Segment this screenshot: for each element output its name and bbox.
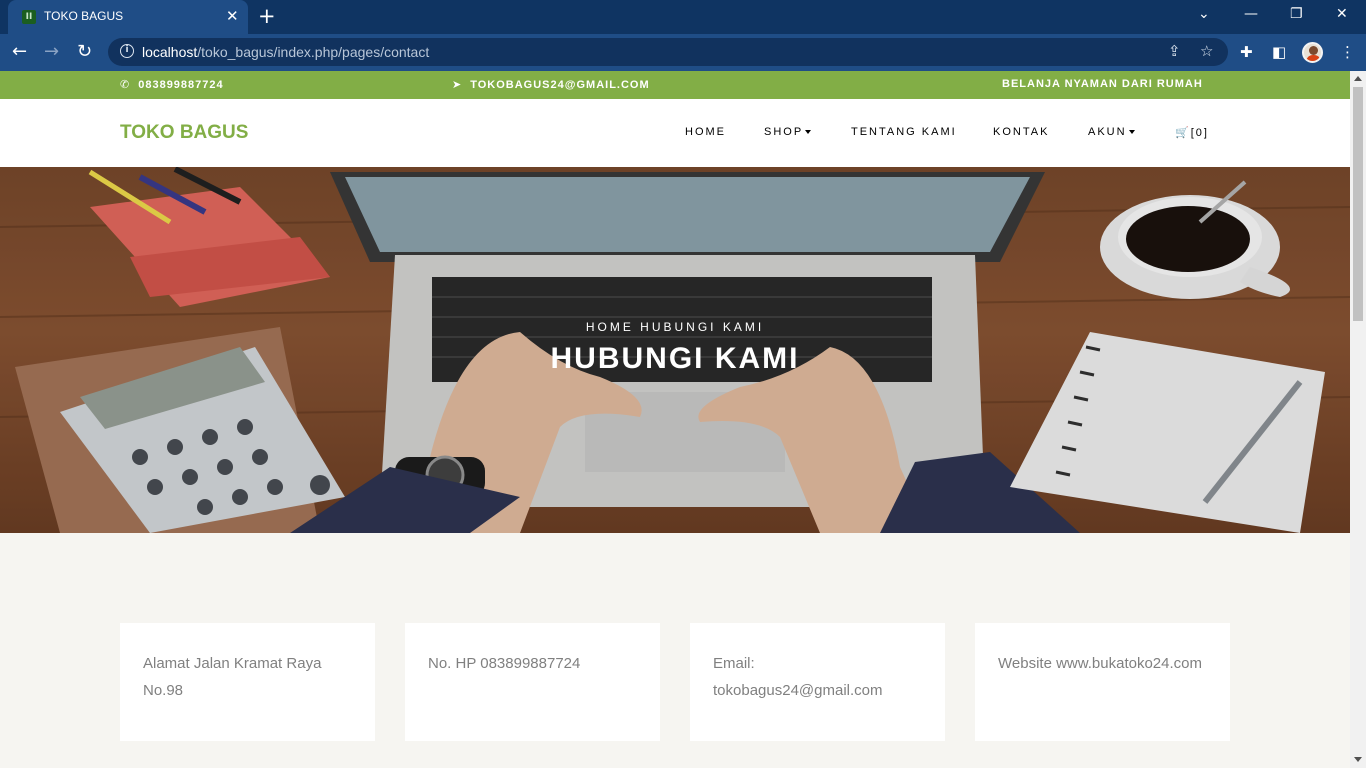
back-arrow-icon[interactable]: ←: [12, 42, 27, 62]
contact-card-website: Website www.bukatoko24.com: [975, 623, 1230, 741]
nav-shop-label: SHOP: [764, 126, 804, 138]
nav-home[interactable]: HOME: [685, 126, 726, 138]
contact-card-text: No. HP 083899887724: [428, 655, 581, 672]
browser-tab-bar: II TOKO BAGUS ✕ + ⌄ — ❐ ✕: [0, 0, 1366, 34]
page-scrollbar[interactable]: [1350, 71, 1366, 768]
star-icon[interactable]: ☆: [1200, 42, 1213, 60]
topbar-phone-text: 083899887724: [138, 79, 224, 91]
main-navbar: TOKO BAGUS HOME SHOP TENTANG KAMI KONTAK…: [0, 99, 1350, 167]
scrollbar-thumb[interactable]: [1353, 87, 1363, 321]
contact-card-text: Alamat Jalan Kramat Raya No.98: [143, 655, 322, 699]
nav-kontak[interactable]: KONTAK: [993, 126, 1049, 138]
topbar-tagline: BELANJA NYAMAN DARI RUMAH: [1002, 78, 1203, 90]
profile-avatar[interactable]: [1302, 42, 1323, 63]
extensions-icon[interactable]: ✚: [1240, 43, 1253, 61]
brand-logo[interactable]: TOKO BAGUS: [120, 122, 248, 144]
caret-down-icon: [805, 130, 812, 135]
tab-title: TOKO BAGUS: [44, 9, 124, 23]
url-text[interactable]: localhost/toko_bagus/index.php/pages/con…: [142, 44, 429, 60]
info-icon[interactable]: i: [120, 44, 134, 58]
nav-akun[interactable]: AKUN: [1088, 126, 1135, 138]
scroll-down-icon[interactable]: [1354, 757, 1362, 762]
reload-icon[interactable]: ↻: [77, 42, 92, 62]
restore-icon[interactable]: ❐: [1290, 6, 1303, 22]
menu-icon[interactable]: ⋮: [1340, 43, 1355, 61]
topbar-email-text: TOKOBAGUS24@GMAIL.COM: [470, 79, 650, 91]
web-page: ✆ 083899887724 ➤ TOKOBAGUS24@GMAIL.COM BEL…: [0, 71, 1350, 768]
cart-count: [0]: [1190, 127, 1209, 139]
tab-close-icon[interactable]: ✕: [226, 7, 239, 25]
nav-akun-label: AKUN: [1088, 126, 1127, 138]
contact-card-email: Email: tokobagus24@gmail.com: [690, 623, 945, 741]
browser-toolbar: ← → ↻ i localhost/toko_bagus/index.php/p…: [0, 34, 1366, 71]
phone-icon: ✆: [120, 78, 131, 91]
breadcrumb[interactable]: HOME HUBUNGI KAMI: [0, 320, 1350, 334]
sidepanel-icon[interactable]: ◧: [1272, 43, 1286, 61]
nav-tentang-kami[interactable]: TENTANG KAMI: [851, 126, 957, 138]
browser-tab[interactable]: II TOKO BAGUS ✕: [8, 0, 248, 34]
address-bar[interactable]: i localhost/toko_bagus/index.php/pages/c…: [108, 38, 1228, 66]
topbar-email: ➤ TOKOBAGUS24@GMAIL.COM: [452, 78, 650, 91]
contact-card-text: Email: tokobagus24@gmail.com: [713, 655, 883, 699]
contact-topbar: ✆ 083899887724 ➤ TOKOBAGUS24@GMAIL.COM BEL…: [0, 71, 1350, 99]
site-favicon-icon: II: [22, 10, 36, 24]
scroll-up-icon[interactable]: [1354, 76, 1362, 81]
url-path: /toko_bagus/index.php/pages/contact: [197, 44, 430, 60]
contact-card-address: Alamat Jalan Kramat Raya No.98: [120, 623, 375, 741]
topbar-phone: ✆ 083899887724: [120, 78, 224, 91]
hero-banner: HOME HUBUNGI KAMI HUBUNGI KAMI: [0, 167, 1350, 533]
window-close-icon[interactable]: ✕: [1336, 6, 1348, 22]
nav-shop[interactable]: SHOP: [764, 126, 812, 138]
forward-arrow-icon[interactable]: →: [44, 42, 59, 62]
tab-search-icon[interactable]: ⌄: [1198, 6, 1210, 22]
cart-icon: 🛒: [1175, 126, 1191, 139]
share-icon[interactable]: ⇪: [1168, 42, 1181, 60]
paper-plane-icon: ➤: [452, 78, 463, 91]
new-tab-button[interactable]: +: [258, 4, 276, 28]
page-title: HUBUNGI KAMI: [550, 342, 800, 375]
url-host: localhost: [142, 44, 198, 60]
minimize-icon[interactable]: —: [1244, 6, 1258, 22]
contact-card-text: Website www.bukatoko24.com: [998, 655, 1202, 672]
contact-card-phone: No. HP 083899887724: [405, 623, 660, 741]
caret-down-icon: [1128, 130, 1135, 135]
nav-cart[interactable]: 🛒[0]: [1175, 126, 1209, 139]
